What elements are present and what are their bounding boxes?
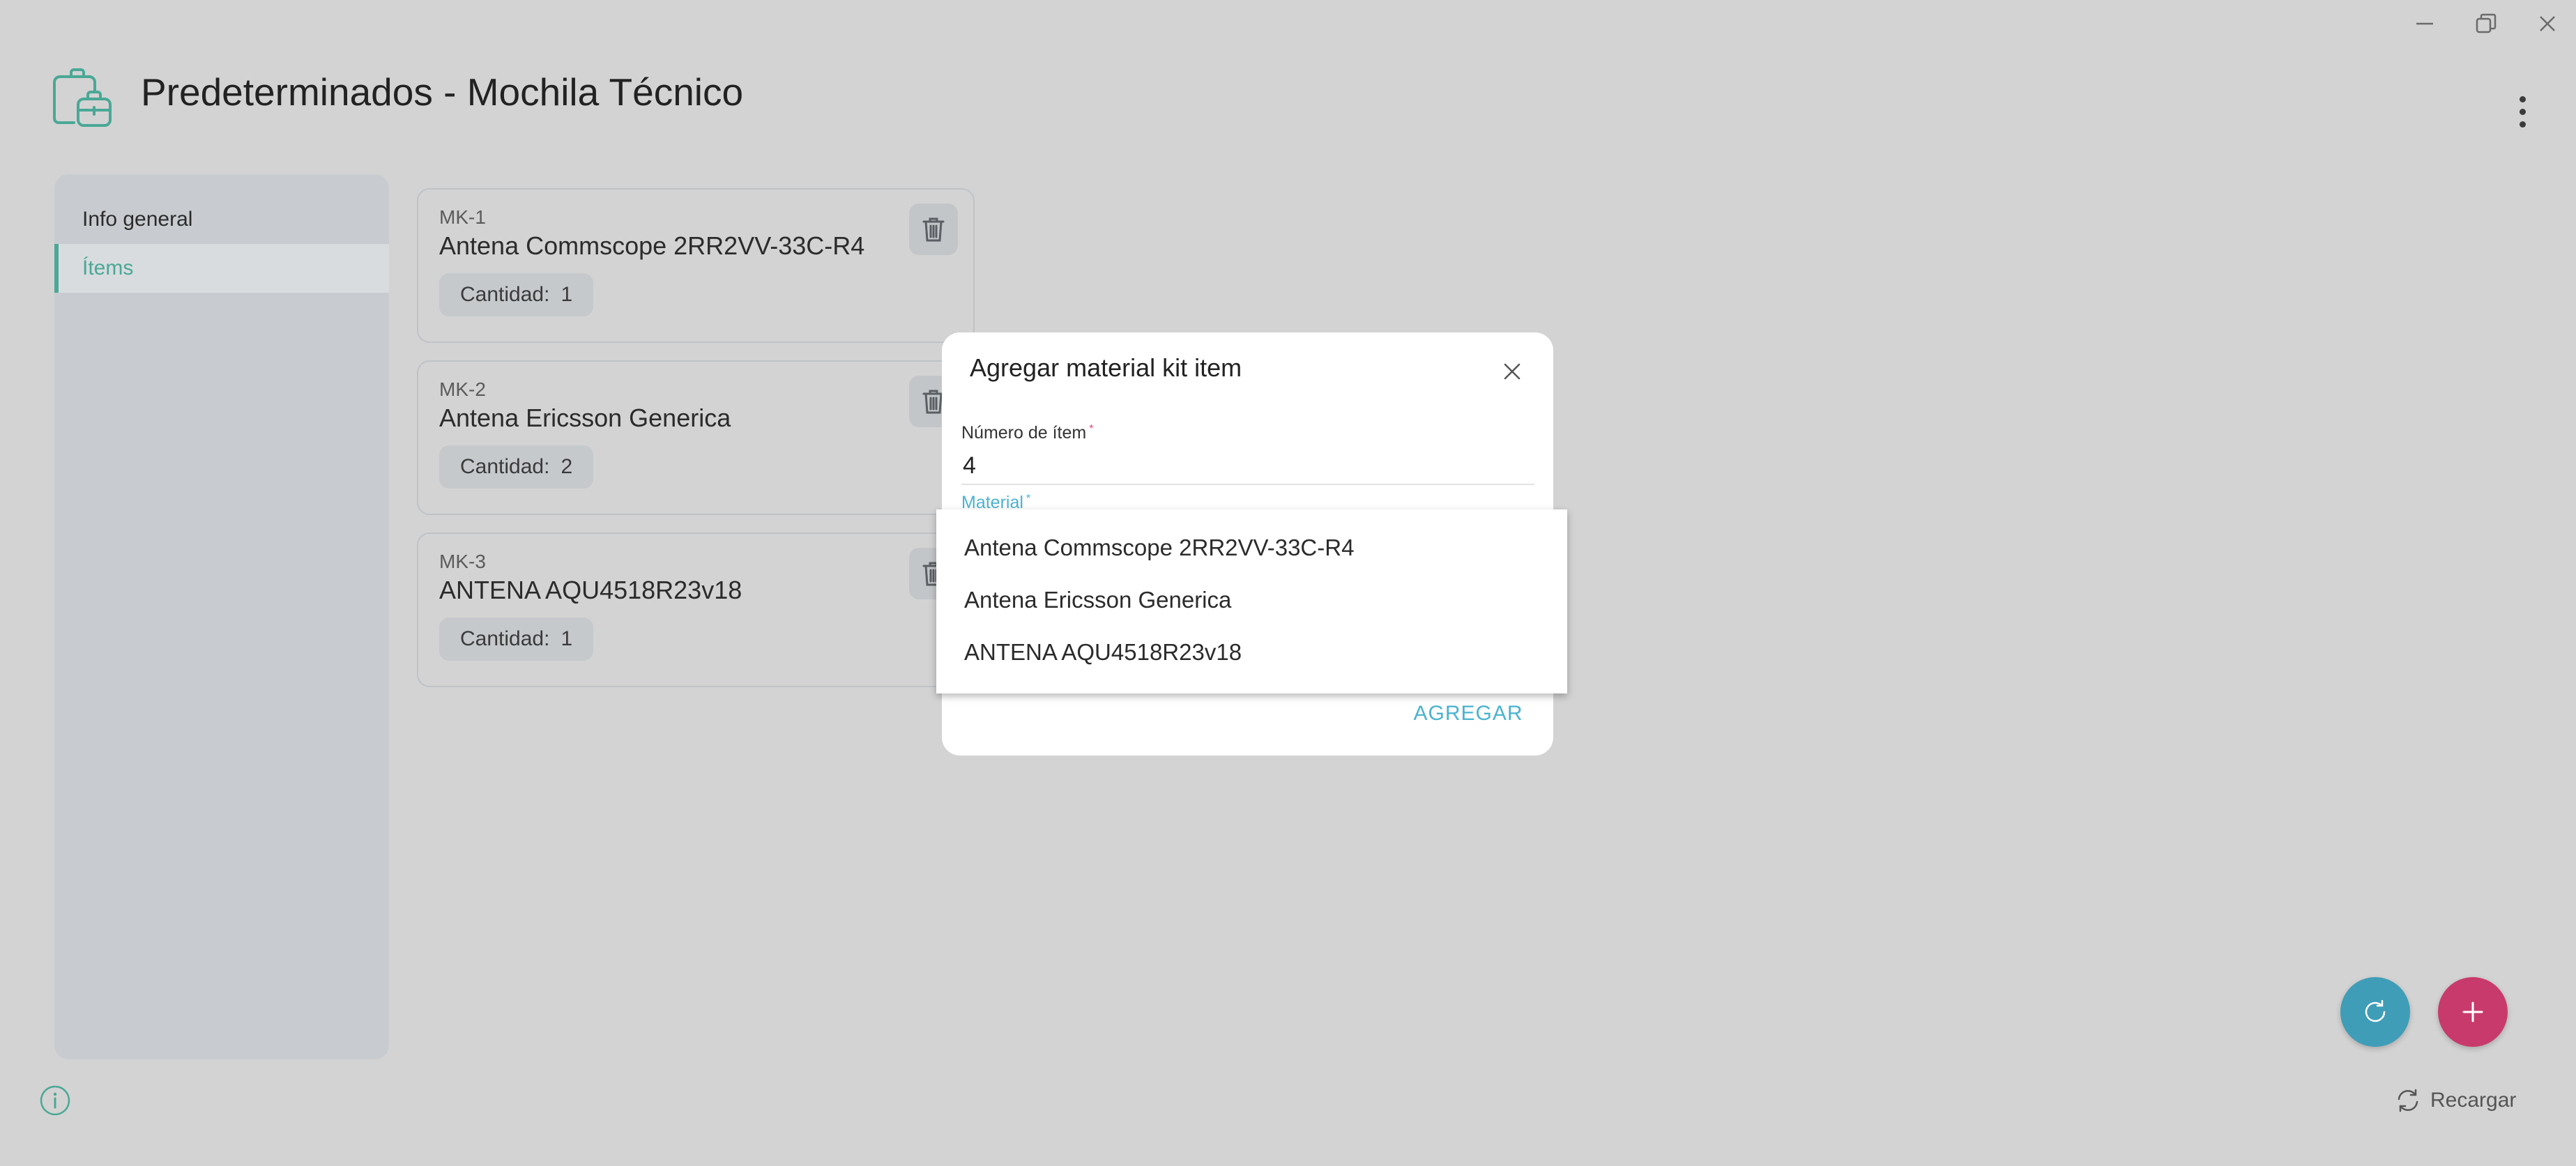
item-code: MK-1 (439, 206, 486, 228)
minimize-icon (2416, 22, 2433, 25)
quantity-label: Cantidad: (460, 627, 550, 650)
item-number-field[interactable]: 4 (963, 452, 976, 480)
item-number-label: Número de ítem * (961, 423, 1093, 443)
item-number-label-text: Número de ítem (961, 423, 1087, 443)
quantity-chip: Cantidad: 2 (439, 445, 594, 489)
quantity-value: 1 (561, 283, 573, 306)
plus-icon (2462, 1002, 2483, 1022)
add-item-button[interactable] (2438, 977, 2508, 1047)
reload-icon (2398, 1089, 2418, 1112)
quantity-chip: Cantidad: 1 (439, 617, 594, 661)
delete-button[interactable] (909, 204, 958, 255)
quantity-label: Cantidad: (460, 283, 550, 306)
trash-icon (922, 217, 945, 242)
minimize-button[interactable] (2404, 10, 2446, 38)
sidebar-item-info-general[interactable]: Info general (54, 195, 389, 244)
backpack-kit-icon (53, 68, 112, 127)
close-icon (1504, 363, 1521, 380)
sidebar-item-items[interactable]: Ítems (54, 244, 389, 293)
page-title: Predeterminados - Mochila Técnico (141, 70, 744, 114)
item-code: MK-3 (439, 551, 486, 572)
field-underline (961, 484, 1534, 485)
more-options-icon[interactable] (2503, 92, 2542, 131)
sidebar-item-label: Ítems (82, 256, 134, 279)
info-icon[interactable] (39, 1084, 71, 1117)
add-button[interactable]: AGREGAR (1409, 695, 1527, 732)
required-mark: * (1026, 493, 1031, 505)
refresh-button[interactable] (2340, 977, 2410, 1047)
refresh-icon (2365, 999, 2386, 1022)
quantity-chip: Cantidad: 1 (439, 273, 594, 316)
restore-icon (2476, 13, 2497, 33)
close-icon (2540, 16, 2555, 31)
sidebar-item-label: Info general (82, 208, 193, 231)
restore-button[interactable] (2465, 10, 2507, 38)
item-card[interactable]: MK-1 Antena Commscope 2RR2VV-33C-R4 Cant… (417, 188, 975, 343)
sidebar: Info general Ítems (54, 174, 389, 1059)
item-card[interactable]: MK-2 Antena Ericsson Generica Cantidad: … (417, 360, 975, 515)
close-window-button[interactable] (2527, 10, 2568, 38)
material-dropdown: Antena Commscope 2RR2VV-33C-R4 Antena Er… (936, 509, 1567, 693)
item-name: ANTENA AQU4518R23v18 (439, 576, 742, 604)
quantity-value: 1 (561, 627, 573, 650)
dropdown-option[interactable]: Antena Ericsson Generica (936, 574, 1567, 626)
required-mark: * (1089, 423, 1094, 435)
reload-button[interactable]: Recargar (2395, 1084, 2516, 1117)
item-code: MK-2 (439, 378, 486, 400)
dialog-title: Agregar material kit item (970, 353, 1242, 382)
item-name: Antena Ericsson Generica (439, 404, 731, 432)
dropdown-option[interactable]: ANTENA AQU4518R23v18 (936, 627, 1567, 678)
quantity-value: 2 (561, 455, 573, 478)
reload-label: Recargar (2430, 1089, 2517, 1112)
quantity-label: Cantidad: (460, 455, 550, 478)
item-name: Antena Commscope 2RR2VV-33C-R4 (439, 231, 865, 260)
dialog-close-button[interactable] (1497, 356, 1527, 387)
item-card[interactable]: MK-3 ANTENA AQU4518R23v18 Cantidad: 1 (417, 532, 975, 687)
dropdown-option[interactable]: Antena Commscope 2RR2VV-33C-R4 (936, 522, 1567, 574)
